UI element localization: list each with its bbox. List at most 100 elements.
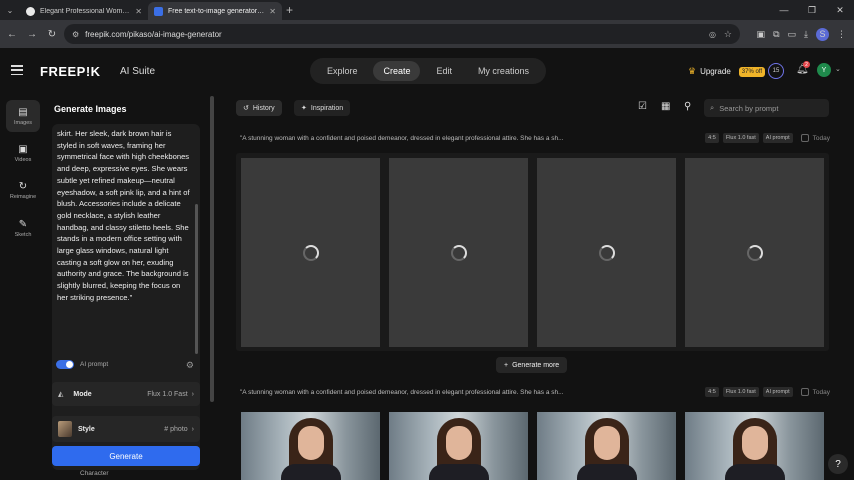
nav-create[interactable]: Create [373,61,421,81]
sparkle-icon: ✦ [301,105,307,112]
browser-address-bar: ← → ↻ ⚙ freepik.com/pikaso/ai-image-gene… [0,20,854,48]
close-tab-icon[interactable]: ✕ [269,7,276,16]
results-area: ↺ History ✦ Inspiration ☑ ▦ ⚲ ⌕ Search b… [216,94,854,480]
generated-image[interactable] [537,412,676,480]
browser-tab-bar: ⌄ Elegant Professional Woman In ✕ Free t… [0,0,854,20]
generated-image[interactable] [685,412,824,480]
tab-title: Free text-to-image generator | F [168,7,265,15]
image-slot[interactable] [685,158,824,347]
batch-select-checkbox[interactable] [800,134,809,142]
history-button[interactable]: ↺ History [236,100,282,116]
character-label: Character [80,470,109,477]
extension-icon[interactable]: ▣ [757,29,766,40]
image-slot[interactable] [389,158,528,347]
generated-image[interactable] [241,412,380,480]
tag-aspect: 4:5 [705,133,719,143]
bookmark-star-icon[interactable]: ☆ [724,29,732,40]
download-icon[interactable]: ⤓ [804,29,808,40]
ai-suite-label: AI Suite [120,66,156,77]
batch-prompt[interactable]: "A stunning woman with a confident and p… [240,135,701,142]
loading-spinner-icon [450,244,467,261]
select-checkbox-icon[interactable]: ☑ [638,101,647,112]
image-slot[interactable] [241,158,380,347]
tag-aspect: 4:5 [705,387,719,397]
crown-icon: ♛ [688,66,697,76]
style-selector[interactable]: Style # photo › [52,416,200,442]
loading-spinner-icon [302,244,319,261]
puzzle-icon[interactable]: ⧉ [773,29,779,40]
user-avatar[interactable]: Y [817,63,831,77]
batch-date: Today [812,388,830,396]
grid-view-icon[interactable]: ▦ [661,101,670,112]
rail-label: Sketch [14,231,32,238]
chevron-down-icon[interactable]: ⌄ [835,65,841,73]
panel-scrollbar[interactable] [210,96,214,402]
hamburger-menu-icon[interactable] [11,65,23,75]
browser-tools: ▣ ⧉ ▭ ⤓ S ⋮ [757,24,846,44]
tab-title: Elegant Professional Woman In [40,7,131,15]
new-tab-icon[interactable]: + [286,3,293,17]
nav-explore[interactable]: Explore [317,61,368,81]
sidepanel-icon[interactable]: ▭ [788,29,797,40]
close-window-icon[interactable]: ✕ [826,0,854,20]
main-nav: Explore Create Edit My creations [310,58,546,84]
chevron-right-icon: › [191,390,194,398]
window-controls: — ❐ ✕ [770,0,854,20]
rail-label: Images [13,119,33,126]
style-thumbnail [58,421,72,437]
prompt-settings-icon[interactable]: ⚙ [186,360,194,371]
tag-ai-prompt: AI prompt [762,387,793,397]
ai-prompt-toggle[interactable] [56,360,74,369]
reload-icon[interactable]: ↻ [42,29,62,40]
batch-select-checkbox[interactable] [800,388,809,396]
menu-dots-icon[interactable]: ⋮ [837,29,846,40]
help-button[interactable]: ? [828,454,848,474]
prompt-scrollbar[interactable] [195,204,198,354]
back-icon[interactable]: ← [2,29,22,40]
generate-more-button[interactable]: + Generate more [496,357,568,373]
rail-reimagine[interactable]: ↻ Reimagine [6,174,40,206]
plus-icon: + [504,361,509,369]
chevron-right-icon: › [191,425,194,433]
generated-image[interactable] [389,412,528,480]
ai-prompt-toggle-row: AI prompt [56,360,108,369]
favicon-icon [26,6,35,16]
nav-my-creations[interactable]: My creations [468,61,539,81]
filter-icon[interactable]: ⚲ [684,101,691,112]
nav-edit[interactable]: Edit [426,61,462,81]
loading-spinner-icon [746,244,763,261]
mode-selector[interactable]: ◭ Mode Flux 1.0 Fast › [52,382,200,406]
eye-off-icon[interactable]: ◎ [709,30,716,39]
restore-icon[interactable]: ❐ [798,0,826,20]
url-bar[interactable]: ⚙ freepik.com/pikaso/ai-image-generator … [64,24,740,44]
upgrade-label: Upgrade [700,67,731,76]
notification-count: 2 [803,61,810,68]
rail-videos[interactable]: ▣ Videos [6,137,40,169]
image-slot[interactable] [537,158,676,347]
prompt-textarea[interactable]: skirt. Her sleek, dark brown hair is sty… [52,124,200,470]
rail-label: Reimagine [9,193,37,200]
rail-images[interactable]: ▤ Images [6,100,40,132]
character-selector[interactable]: Character [52,470,200,480]
search-input[interactable]: ⌕ Search by prompt [704,99,829,117]
minimize-icon[interactable]: — [770,0,798,20]
profile-avatar[interactable]: S [816,27,829,41]
browser-tab-1[interactable]: Elegant Professional Woman In ✕ [20,2,148,20]
inspiration-button[interactable]: ✦ Inspiration [294,100,351,116]
tab-search-icon[interactable]: ⌄ [0,0,20,20]
rail-sketch[interactable]: ✎ Sketch [6,212,40,244]
forward-icon[interactable]: → [22,29,42,40]
credits-indicator[interactable]: 15 [768,63,784,79]
browser-tab-2[interactable]: Free text-to-image generator | F ✕ [148,2,282,20]
generate-button[interactable]: Generate [52,446,200,466]
freepik-logo[interactable]: FREEP!K [40,64,101,79]
close-tab-icon[interactable]: ✕ [135,7,142,16]
style-value: # photo [164,425,188,433]
inspiration-label: Inspiration [310,104,344,112]
generate-panel: Generate Images skirt. Her sleek, dark b… [46,94,216,480]
upgrade-button[interactable]: ♛ Upgrade 37% off [688,66,766,77]
history-label: History [252,104,275,112]
site-info-icon[interactable]: ⚙ [72,30,79,39]
url-text: freepik.com/pikaso/ai-image-generator [85,29,222,39]
batch-prompt[interactable]: "A stunning woman with a confident and p… [240,389,701,396]
